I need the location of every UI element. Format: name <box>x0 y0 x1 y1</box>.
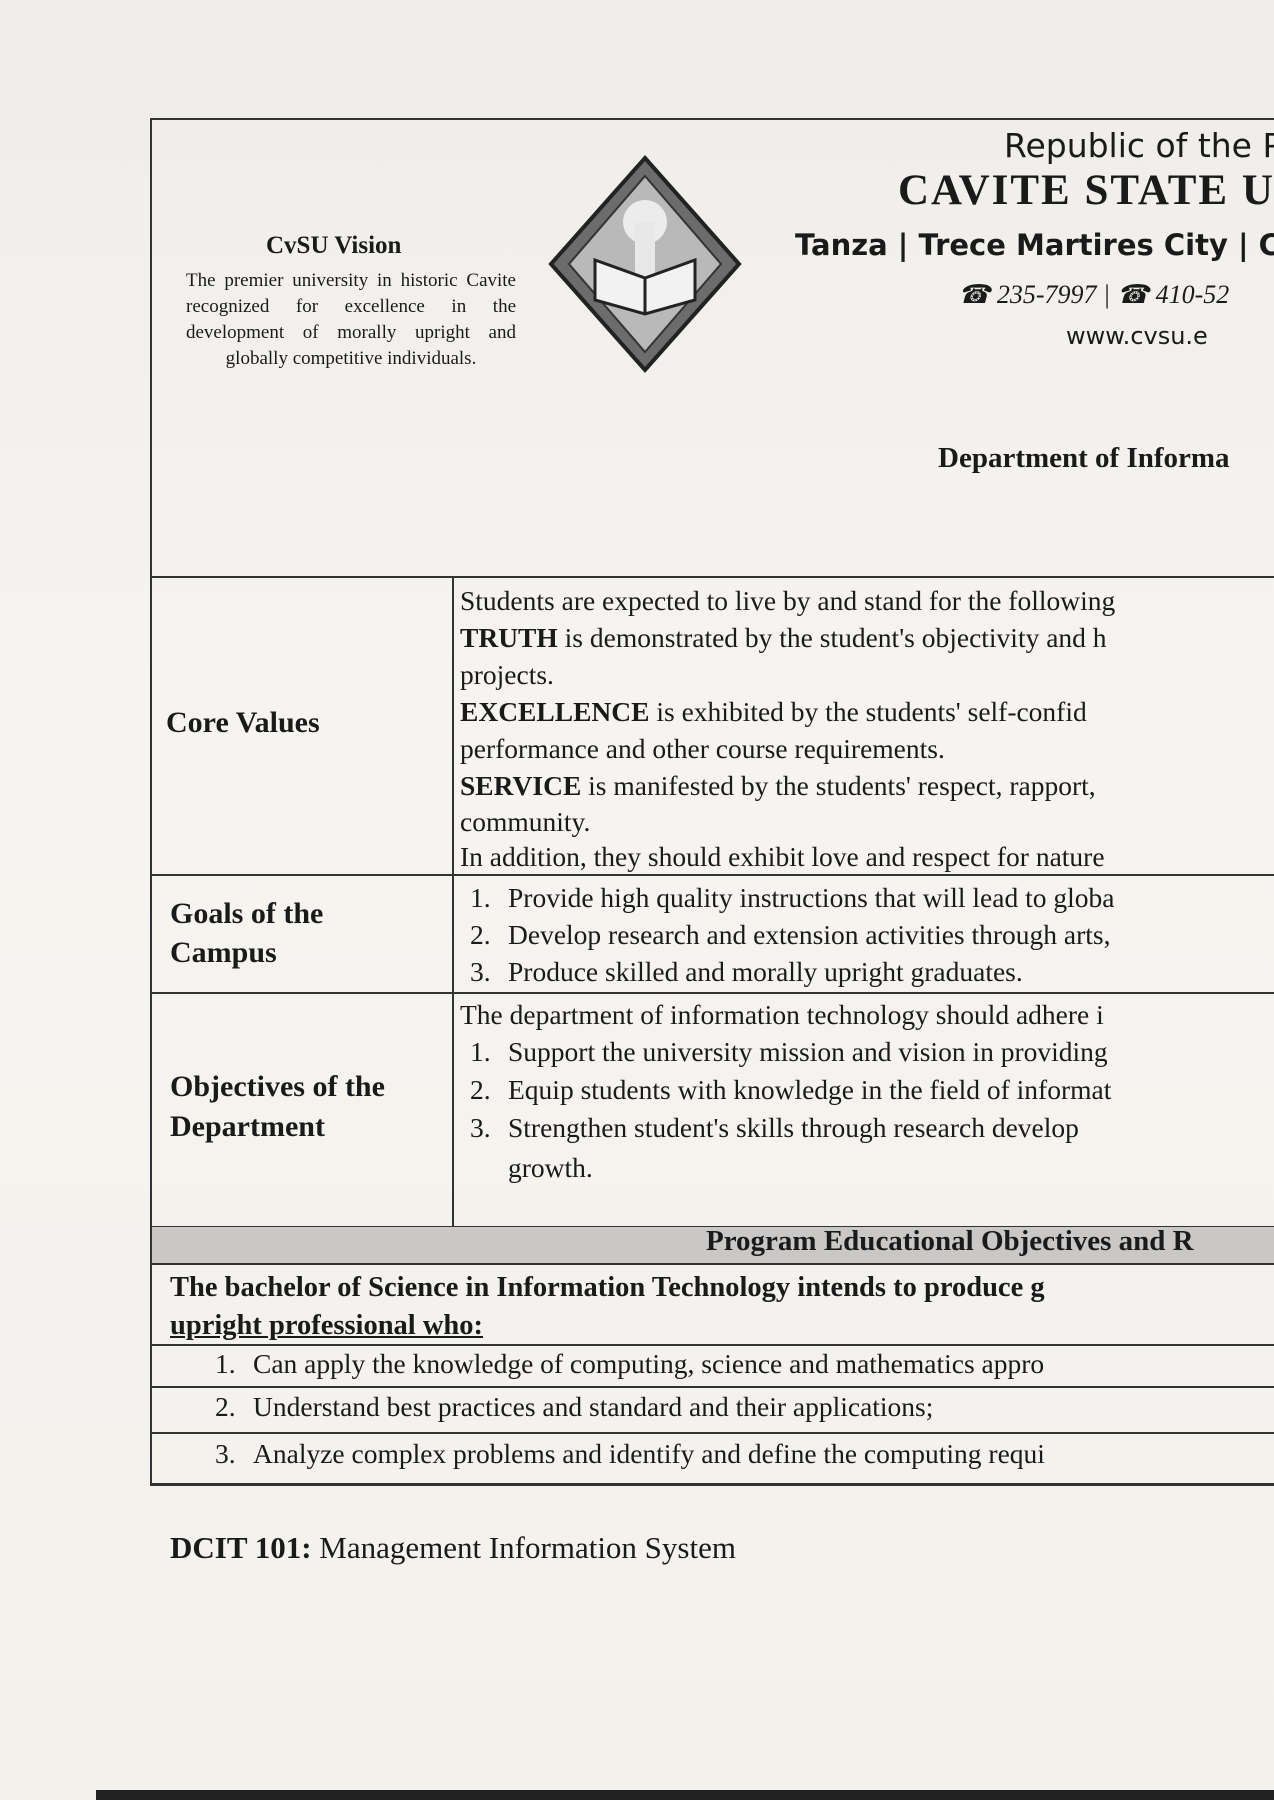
core-values-addition: In addition, they should exhibit love an… <box>460 841 1105 872</box>
peo-intro-line1: The bachelor of Science in Information T… <box>170 1272 1045 1303</box>
objectives-intro: The department of information technology… <box>460 999 1104 1030</box>
truth-line: TRUTH is demonstrated by the student's o… <box>460 620 1107 656</box>
objective-number: 3. <box>470 1112 491 1143</box>
excellence-text: is exhibited by the students' self-confi… <box>649 696 1087 727</box>
objective-text: Strengthen student's skills through rese… <box>508 1112 1079 1143</box>
objective-text: Equip students with knowledge in the fie… <box>508 1074 1112 1105</box>
bottom-rule <box>96 1790 1274 1800</box>
peo-text: Can apply the knowledge of computing, sc… <box>253 1348 1045 1379</box>
objective-number: 1. <box>470 1036 491 1067</box>
truth-text: is demonstrated by the student's objecti… <box>557 622 1107 653</box>
excellence-key: EXCELLENCE <box>460 696 650 727</box>
objective-item: 2. Equip students with knowledge in the f… <box>470 1072 1111 1108</box>
goals-label-line2: Campus <box>170 936 277 969</box>
excellence-cont: performance and other course requirement… <box>460 733 945 764</box>
goal-number: 3. <box>470 956 491 987</box>
peo-text: Understand best practices and standard a… <box>253 1391 934 1422</box>
peo-item: 3. Analyze complex problems and identify … <box>215 1436 1045 1472</box>
core-values-label: Core Values <box>166 706 320 739</box>
peo-bar-bottom <box>150 1263 1274 1265</box>
goal-text: Provide high quality instructions that w… <box>508 882 1115 913</box>
goal-item: 3. Produce skilled and morally upright gr… <box>470 954 1023 990</box>
objectives-label-line2: Department <box>170 1110 325 1143</box>
vision-title: CvSU Vision <box>266 232 402 259</box>
objective-item-3-cont: growth. <box>508 1152 593 1183</box>
service-cont: community. <box>460 806 591 837</box>
core-values-intro: Students are expected to live by and sta… <box>460 585 1116 616</box>
course-title: Management Information System <box>311 1530 736 1565</box>
peo-item: 1. Can apply the knowledge of computing, … <box>215 1346 1044 1382</box>
service-line: SERVICE is manifested by the students' r… <box>460 768 1096 804</box>
republic-line: Republic of the P <box>1004 126 1274 165</box>
goal-number: 1. <box>470 882 491 913</box>
course-code: DCIT 101: <box>170 1530 312 1565</box>
peo-divider-2 <box>150 1386 1274 1388</box>
truth-cont: projects. <box>460 659 554 690</box>
truth-key: TRUTH <box>460 622 558 653</box>
peo-title: Program Educational Objectives and R <box>706 1225 1194 1257</box>
excellence-line: EXCELLENCE is exhibited by the students'… <box>460 694 1087 730</box>
goal-text: Develop research and extension activitie… <box>508 919 1111 950</box>
objective-number: 2. <box>470 1074 491 1105</box>
peo-number: 1. <box>215 1348 236 1379</box>
row-divider-goals <box>150 992 1274 994</box>
goal-item: 2. Develop research and extension activit… <box>470 917 1111 953</box>
service-text: is manifested by the students' respect, … <box>581 770 1096 801</box>
goals-label-line1: Goals of the <box>170 897 324 930</box>
objectives-label-line1: Objectives of the <box>170 1070 385 1103</box>
peo-number: 3. <box>215 1438 236 1469</box>
peo-text: Analyze complex problems and identify an… <box>253 1438 1045 1469</box>
university-name: CAVITE STATE U <box>898 167 1274 214</box>
website: www.cvsu.e <box>1066 322 1208 350</box>
peo-intro-line2: upright professional who: <box>170 1310 484 1341</box>
campus-list: Tanza | Trece Martires City | C <box>795 228 1274 262</box>
goal-text: Produce skilled and morally upright grad… <box>508 956 1023 987</box>
vision-text: The premier university in historic Cavit… <box>186 270 516 369</box>
column-divider <box>452 576 454 1227</box>
objective-item: 1. Support the university mission and vis… <box>470 1034 1108 1070</box>
phone-numbers: ☎ 235-7997 | ☎ 410-52 <box>958 280 1230 309</box>
goal-number: 2. <box>470 919 491 950</box>
peo-number: 2. <box>215 1391 236 1422</box>
department-title: Department of Informa <box>938 442 1230 474</box>
goal-item: 1. Provide high quality instructions that… <box>470 880 1114 916</box>
course-line: DCIT 101: Management Information System <box>170 1530 736 1566</box>
university-seal <box>548 154 742 374</box>
objective-text: Support the university mission and visio… <box>508 1036 1108 1067</box>
service-key: SERVICE <box>460 770 582 801</box>
peo-item: 2. Understand best practices and standard… <box>215 1389 933 1425</box>
table-top-border <box>150 576 1274 578</box>
objective-item: 3. Strengthen student's skills through re… <box>470 1110 1079 1146</box>
peo-divider-3 <box>150 1432 1274 1434</box>
